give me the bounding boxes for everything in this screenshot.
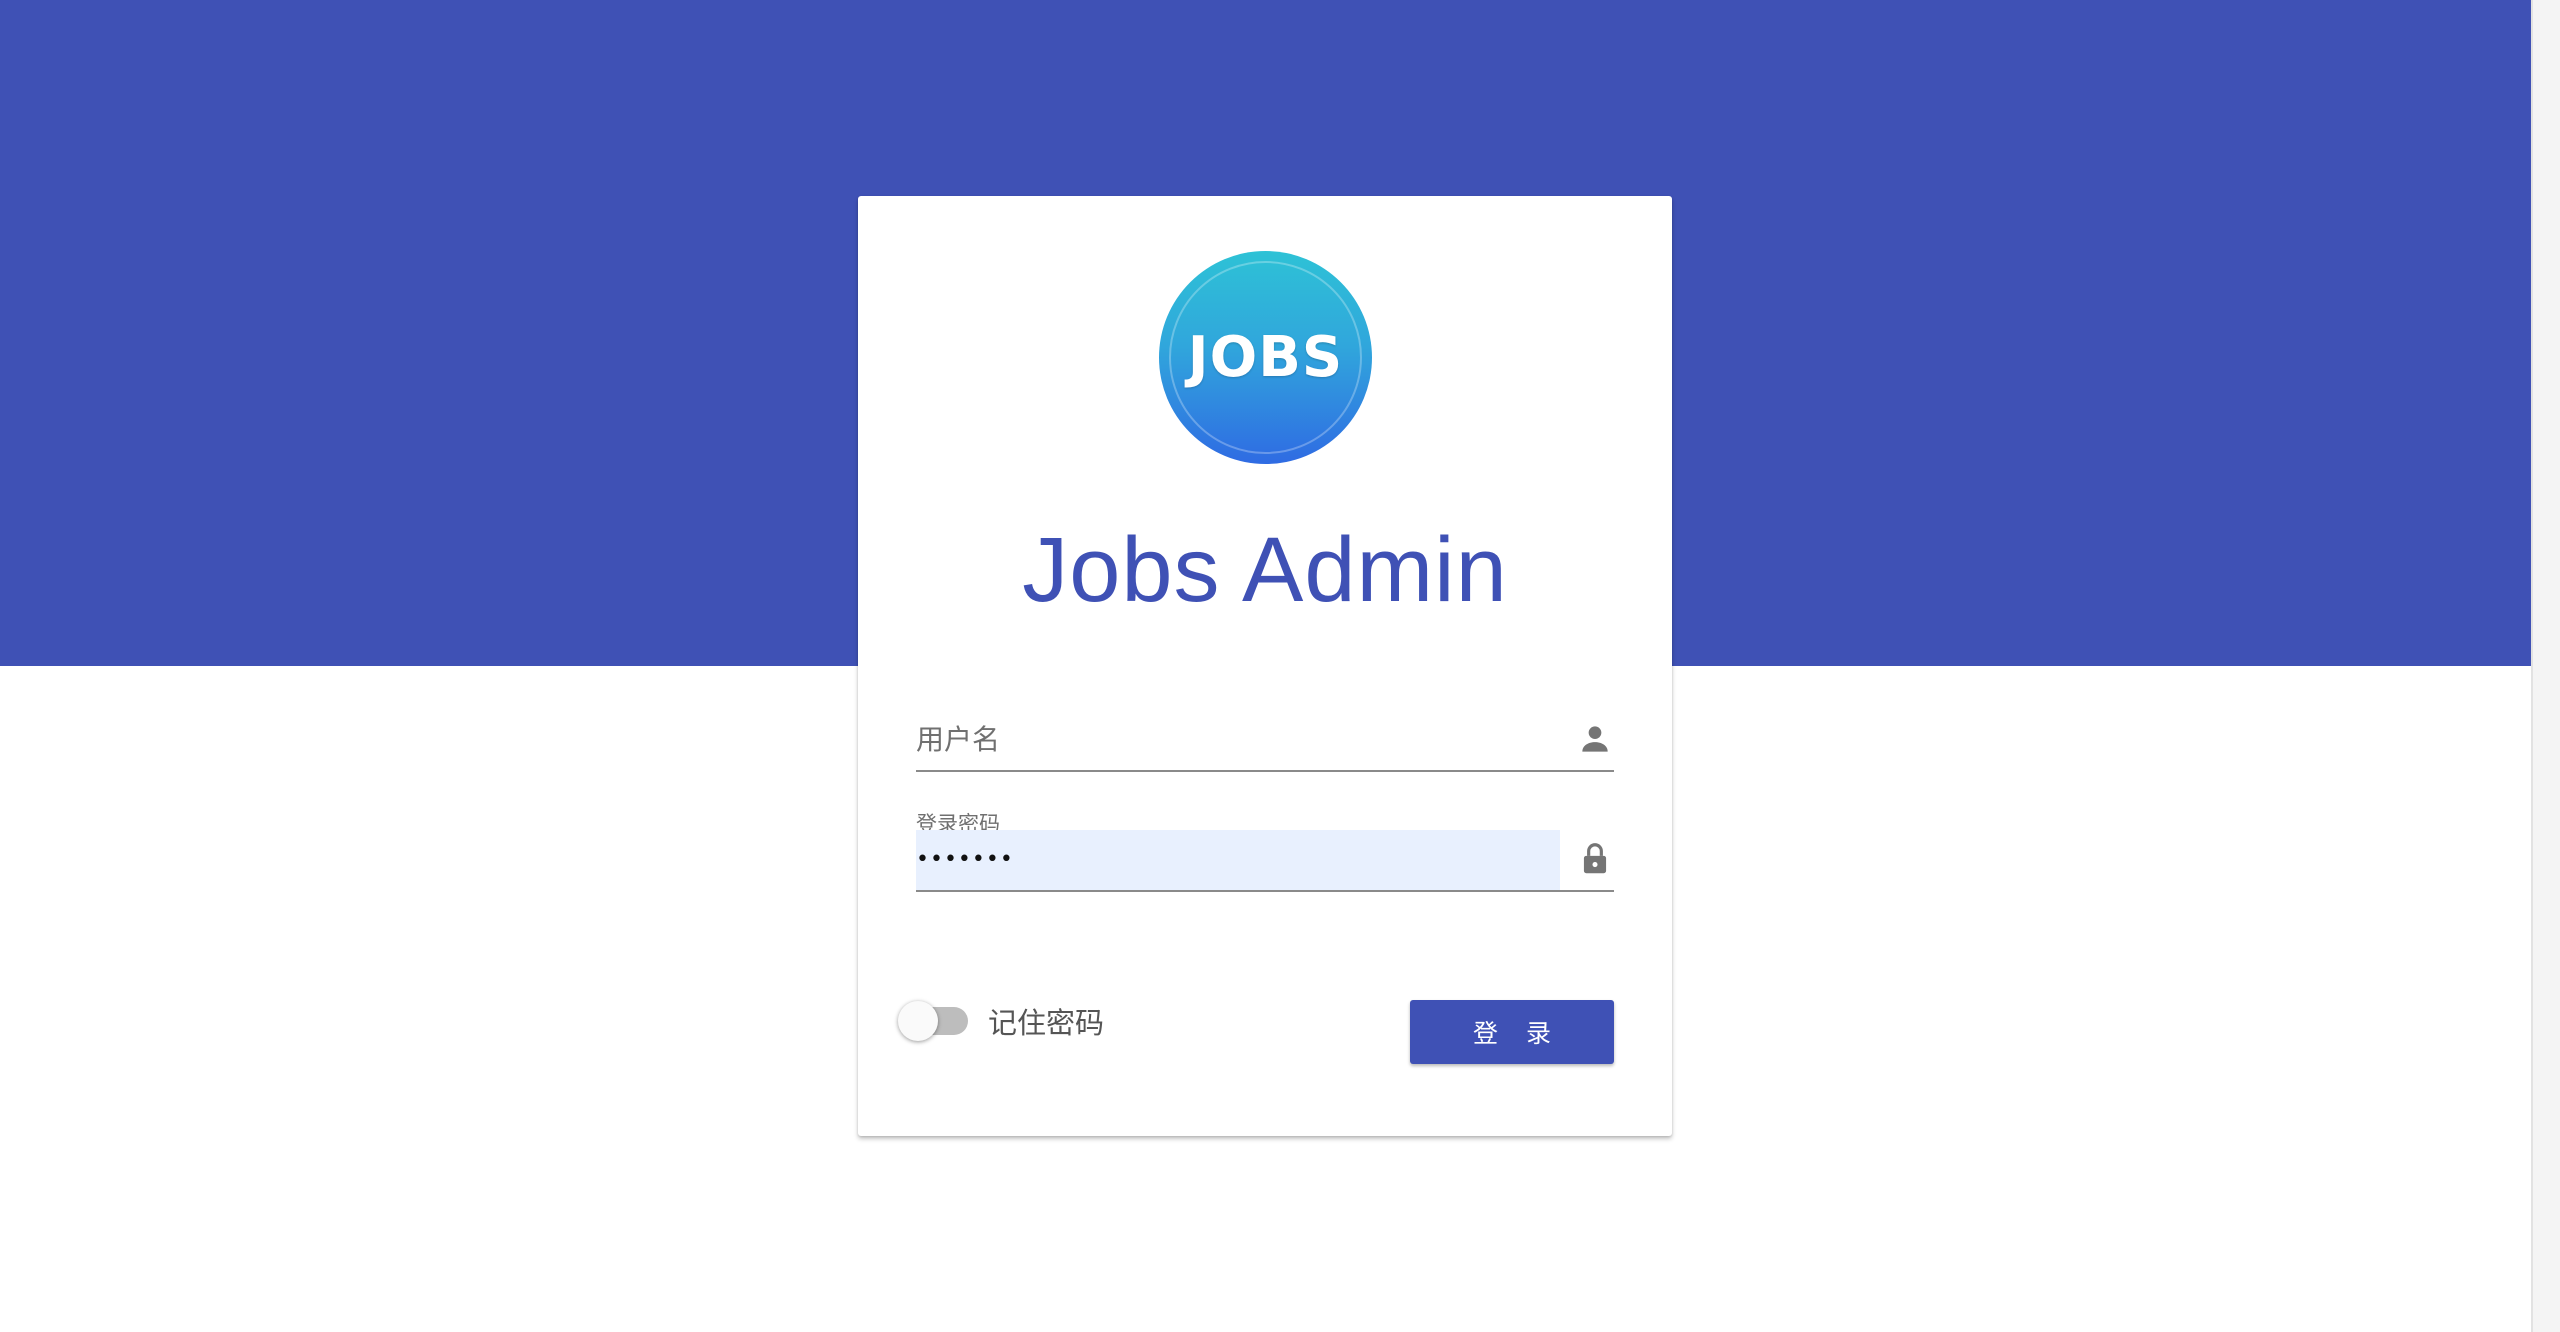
remember-password-toggle[interactable]: 记住密码 <box>898 1000 1104 1042</box>
scrollbar-gutter <box>2531 0 2560 1332</box>
username-field[interactable]: 用户名 <box>916 700 1614 772</box>
app-logo: JOBS <box>1159 251 1372 464</box>
logo-text: JOBS <box>1187 325 1344 390</box>
person-icon <box>1576 720 1614 758</box>
toggle-thumb[interactable] <box>898 1001 938 1041</box>
password-underline <box>916 890 1614 892</box>
login-button[interactable]: 登 录 <box>1410 1000 1614 1064</box>
app-title: Jobs Admin <box>1022 519 1508 621</box>
lock-icon <box>1576 840 1614 878</box>
login-card: JOBS Jobs Admin 用户名 登录密码 ••••••• 记住密码 登 … <box>858 196 1672 1136</box>
remember-password-label: 记住密码 <box>988 1006 1105 1040</box>
username-placeholder: 用户名 <box>916 723 1001 756</box>
password-input[interactable]: ••••••• <box>916 830 1014 890</box>
password-field[interactable]: 登录密码 ••••••• <box>916 808 1614 892</box>
toggle-track[interactable] <box>898 1001 968 1041</box>
